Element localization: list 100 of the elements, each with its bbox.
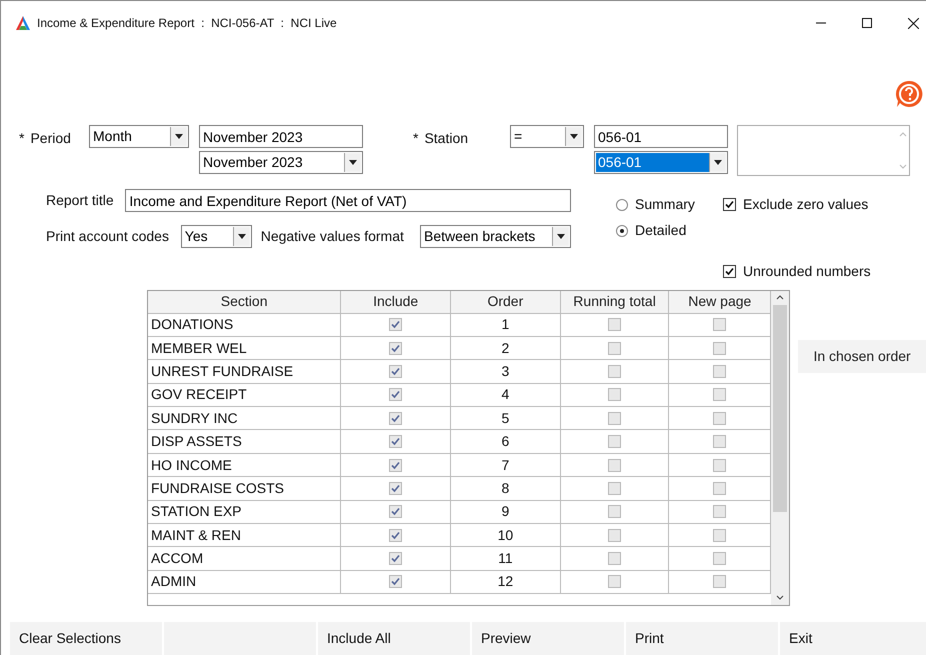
footer-button[interactable]: Exit	[780, 622, 926, 655]
window-title: Income & Expenditure Report : NCI-056-AT : NCI Live	[37, 15, 337, 32]
footer-button[interactable]: Print	[626, 622, 778, 655]
checkbox[interactable]	[713, 458, 726, 472]
dropdown-field[interactable]: =	[510, 125, 584, 148]
radio-button[interactable]	[616, 224, 628, 236]
checkbox-label: Exclude zero values	[743, 194, 868, 214]
checkbox[interactable]	[713, 505, 726, 518]
checkbox[interactable]	[608, 342, 622, 355]
maximize-icon[interactable]	[862, 18, 872, 28]
checkbox[interactable]	[389, 458, 402, 472]
column-header[interactable]: Section	[148, 291, 341, 313]
checkbox[interactable]	[608, 458, 622, 472]
table-cell: ADMIN	[148, 570, 341, 594]
dropdown-field[interactable]: Between brackets	[420, 225, 572, 248]
checkbox[interactable]	[389, 342, 402, 355]
table-cell: UNREST FUNDRAISE	[148, 360, 341, 384]
table-cell: 5	[450, 406, 560, 430]
table-cell: STATION EXP	[148, 500, 341, 524]
checkbox[interactable]	[713, 364, 726, 378]
checkbox[interactable]	[713, 482, 726, 495]
print-account-codes-label: Print account codes	[46, 227, 170, 246]
checkbox[interactable]	[713, 575, 726, 588]
table-cell: FUNDRAISE COSTS	[148, 476, 341, 500]
column-header[interactable]: New page	[668, 291, 771, 313]
checkbox[interactable]	[608, 318, 622, 332]
checkbox[interactable]	[713, 388, 726, 402]
table-cell: HO INCOME	[148, 453, 341, 477]
column-header[interactable]: Running total	[560, 291, 669, 313]
checkbox[interactable]	[389, 575, 402, 588]
station-list[interactable]	[737, 125, 910, 176]
checkbox[interactable]	[723, 264, 736, 278]
checkbox[interactable]	[713, 528, 726, 542]
table-cell: 11	[450, 546, 560, 570]
checkbox[interactable]	[723, 198, 736, 210]
checkbox[interactable]	[713, 318, 726, 332]
column-header[interactable]: Order	[450, 291, 560, 313]
table-cell: 4	[450, 383, 560, 407]
checkbox[interactable]	[608, 364, 622, 378]
app-logo-icon	[15, 15, 31, 31]
table-cell: GOV RECEIPT	[148, 383, 341, 407]
checkbox[interactable]	[389, 435, 402, 448]
checkbox[interactable]	[608, 412, 622, 425]
footer-button[interactable]: Preview	[472, 622, 624, 655]
table-cell: 10	[450, 524, 560, 547]
footer-button[interactable]: Include All	[318, 622, 470, 655]
table-cell: 7	[450, 453, 560, 477]
radio-label: Summary	[635, 195, 695, 214]
period-label: Period	[30, 129, 71, 148]
help-icon[interactable]	[894, 79, 924, 109]
checkbox[interactable]	[608, 575, 622, 588]
text-field[interactable]: 056-01	[594, 125, 728, 148]
table-cell: 2	[450, 336, 560, 360]
checkbox[interactable]	[608, 552, 622, 566]
table-cell: 3	[450, 360, 560, 384]
close-icon[interactable]	[908, 18, 919, 28]
checkbox[interactable]	[389, 412, 402, 425]
checkbox[interactable]	[608, 505, 622, 518]
table-cell: MEMBER WEL	[148, 336, 341, 360]
column-header[interactable]: Include	[340, 291, 451, 313]
text-field[interactable]: November 2023	[199, 125, 363, 148]
checkbox[interactable]	[389, 318, 402, 332]
checkbox[interactable]	[608, 435, 622, 448]
checkbox-label: Unrounded numbers	[743, 262, 871, 280]
table-cell: ACCOM	[148, 546, 341, 570]
footer-button[interactable]: Clear Selections	[10, 622, 162, 655]
checkbox[interactable]	[608, 528, 622, 542]
dropdown-field[interactable]: 056-01	[594, 151, 728, 174]
checkbox[interactable]	[608, 482, 622, 495]
checkbox[interactable]	[713, 435, 726, 448]
checkbox[interactable]	[713, 412, 726, 425]
checkbox[interactable]	[389, 482, 402, 495]
dropdown-field[interactable]: Yes	[180, 225, 252, 248]
table-cell: MAINT & REN	[148, 524, 341, 547]
checkbox[interactable]	[389, 528, 402, 542]
negative-values-format-label: Negative values format	[260, 227, 405, 246]
checkbox[interactable]	[389, 364, 402, 378]
checkbox[interactable]	[389, 505, 402, 518]
table-cell: DISP ASSETS	[148, 430, 341, 454]
scrollbar[interactable]	[771, 291, 790, 605]
table-cell: 1	[450, 313, 560, 336]
required-mark: *	[413, 129, 418, 148]
checkbox[interactable]	[608, 388, 622, 402]
table-cell: 12	[450, 570, 560, 594]
table-cell: 8	[450, 476, 560, 500]
checkbox[interactable]	[389, 552, 402, 566]
checkbox[interactable]	[713, 342, 726, 355]
table-cell: 6	[450, 430, 560, 454]
radio-button[interactable]	[616, 198, 628, 210]
checkbox[interactable]	[713, 552, 726, 566]
in-chosen-order-button[interactable]: In chosen order	[798, 340, 926, 373]
table-cell: 9	[450, 500, 560, 524]
checkbox[interactable]	[389, 388, 402, 402]
radio-label: Detailed	[635, 221, 686, 240]
report-title-label: Report title	[46, 191, 115, 210]
table-cell: SUNDRY INC	[148, 406, 341, 430]
dropdown-field[interactable]: Month	[89, 125, 189, 148]
table-cell: DONATIONS	[148, 313, 341, 336]
dropdown-field[interactable]: November 2023	[199, 151, 363, 174]
text-field[interactable]: Income and Expenditure Report (Net of VAT)	[125, 189, 571, 212]
